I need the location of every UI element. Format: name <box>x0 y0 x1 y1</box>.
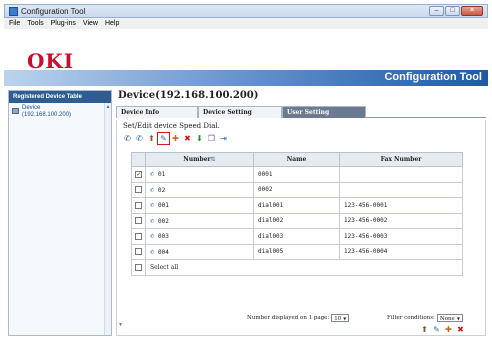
sort-icon[interactable]: ⇅ <box>211 156 216 163</box>
section-title: Set/Edit device Speed Dial. <box>123 122 220 130</box>
phone-icon: ✆ <box>150 232 155 241</box>
new-icon[interactable]: ✚ <box>171 134 180 143</box>
window-title: Configuration Tool <box>21 7 86 16</box>
send-icon[interactable]: ⇥ <box>219 134 228 143</box>
phone-icon: ✆ <box>150 201 155 210</box>
menu-tools[interactable]: Tools <box>27 18 43 29</box>
maximize-button[interactable]: □ <box>445 6 460 16</box>
group-dial-icon[interactable]: ✆ <box>135 134 144 143</box>
tab-user-setting[interactable]: User Setting <box>282 106 366 118</box>
row-checkbox[interactable] <box>135 232 142 240</box>
speed-dial-icon[interactable]: ✆ <box>123 134 132 143</box>
phone-icon: ✆ <box>150 247 155 256</box>
fax-cell <box>339 166 463 183</box>
import-icon[interactable]: ⬆ <box>420 325 429 334</box>
menu-file[interactable]: File <box>9 18 20 29</box>
title-bar: Configuration Tool – □ ✕ <box>4 4 488 18</box>
select-all-row[interactable]: Select all <box>131 259 463 276</box>
edit-icon[interactable]: ✎ <box>432 325 441 334</box>
delete-icon[interactable]: ✖ <box>456 325 465 334</box>
delete-icon[interactable]: ✖ <box>183 134 192 143</box>
row-checkbox[interactable]: ✓ <box>135 170 142 178</box>
scroll-up-icon[interactable]: ▲ <box>105 103 111 111</box>
table-row[interactable]: ✆ 02 0002 <box>131 181 463 198</box>
menu-plugins[interactable]: Plug-ins <box>51 18 76 29</box>
device-tree-panel: Registered Device Table Device (192.168.… <box>8 90 112 336</box>
page-size-control: Number displayed on 1 page: 10 ▼ <box>247 314 350 322</box>
filter-control: Filter conditions: None ▼ <box>387 314 463 322</box>
row-checkbox[interactable] <box>135 201 142 209</box>
import-icon[interactable]: ⬆ <box>147 134 156 143</box>
menu-view[interactable]: View <box>83 18 98 29</box>
menu-help[interactable]: Help <box>105 18 119 29</box>
export-icon[interactable]: ⬇ <box>195 134 204 143</box>
fax-cell <box>339 181 463 198</box>
device-table-heading: Registered Device Table <box>9 91 111 103</box>
row-checkbox[interactable] <box>135 217 142 225</box>
main-content: Device(192.168.100.200) Device Info Devi… <box>116 90 488 336</box>
device-ip: (192.168.100.200) <box>22 112 72 118</box>
edit-icon[interactable]: ✎ <box>157 131 170 145</box>
phone-icon: ✆ <box>150 216 155 225</box>
speed-dial-icon: ✆ <box>150 185 155 194</box>
row-checkbox[interactable] <box>135 186 142 194</box>
fax-cell: 123-456-0002 <box>339 212 463 229</box>
speed-dial-icon: ✆ <box>150 170 155 179</box>
column-header-name[interactable]: Name <box>253 152 340 167</box>
scroll-down-icon[interactable]: ▼ <box>118 322 126 328</box>
tree-item-device[interactable]: Device (192.168.100.200) <box>12 105 111 121</box>
column-header-number[interactable]: Number⇅ <box>145 152 254 167</box>
toolbar: ✆ ✆ ⬆ ✎ ✚ ✖ ⬇ ❐ ⇥ <box>123 131 228 145</box>
select-all-label[interactable]: Select all <box>145 259 463 276</box>
tab-bar: Device Info Device Setting User Setting <box>116 106 486 118</box>
filter-select[interactable]: None ▼ <box>436 314 463 322</box>
app-title: Configuration Tool <box>384 71 482 83</box>
app-header: OKI Configuration Tool <box>4 30 488 86</box>
device-label: Device <box>22 105 41 111</box>
tab-device-info[interactable]: Device Info <box>116 106 198 118</box>
table-header-row: Number⇅ Name Fax Number <box>131 152 463 167</box>
name-cell: 0001 <box>253 166 340 183</box>
menu-bar: File Tools Plug-ins View Help <box>4 18 488 29</box>
column-header-fax[interactable]: Fax Number <box>339 152 463 167</box>
name-cell: dial001 <box>253 197 340 214</box>
close-button[interactable]: ✕ <box>461 6 483 16</box>
user-setting-panel: Set/Edit device Speed Dial. ✆ ✆ ⬆ ✎ ✚ ✖ … <box>116 120 486 336</box>
chevron-down-icon: ▼ <box>343 316 347 321</box>
table-row[interactable]: ✆ 002 dial002 123-456-0002 <box>131 212 463 229</box>
select-all-checkbox[interactable] <box>135 263 142 271</box>
table-row[interactable]: ✆ 004 dial005 123-456-0004 <box>131 243 463 260</box>
page-size-select[interactable]: 10 ▼ <box>331 314 350 322</box>
bottom-toolbar: ⬆ ✎ ✚ ✖ <box>420 325 465 334</box>
fax-cell: 123-456-0001 <box>339 197 463 214</box>
device-title: Device(192.168.100.200) <box>118 90 259 101</box>
minimize-button[interactable]: – <box>429 6 444 16</box>
name-cell: dial002 <box>253 212 340 229</box>
chevron-down-icon: ▼ <box>456 316 460 321</box>
name-cell: dial003 <box>253 228 340 245</box>
window-controls: – □ ✕ <box>429 6 483 16</box>
table-row[interactable]: ✆ 001 dial001 123-456-0001 <box>131 197 463 214</box>
name-cell: dial005 <box>253 243 340 260</box>
name-cell: 0002 <box>253 181 340 198</box>
speed-dial-table: Number⇅ Name Fax Number ✓ ✆ 01 0001 ✆ 02 0… <box>131 152 463 276</box>
tab-device-setting[interactable]: Device Setting <box>198 106 282 118</box>
row-checkbox[interactable] <box>135 248 142 256</box>
copy-icon[interactable]: ❐ <box>207 134 216 143</box>
checkbox-header <box>131 152 146 167</box>
filter-label: Filter conditions: <box>387 315 435 321</box>
fax-cell: 123-456-0003 <box>339 228 463 245</box>
table-row[interactable]: ✆ 003 dial003 123-456-0003 <box>131 228 463 245</box>
app-icon <box>9 7 18 16</box>
page-size-label: Number displayed on 1 page: <box>247 315 330 321</box>
sidebar-scrollbar[interactable]: ▲ <box>104 103 111 335</box>
printer-icon <box>12 108 19 114</box>
table-row[interactable]: ✓ ✆ 01 0001 <box>131 166 463 183</box>
new-icon[interactable]: ✚ <box>444 325 453 334</box>
fax-cell: 123-456-0004 <box>339 243 463 260</box>
